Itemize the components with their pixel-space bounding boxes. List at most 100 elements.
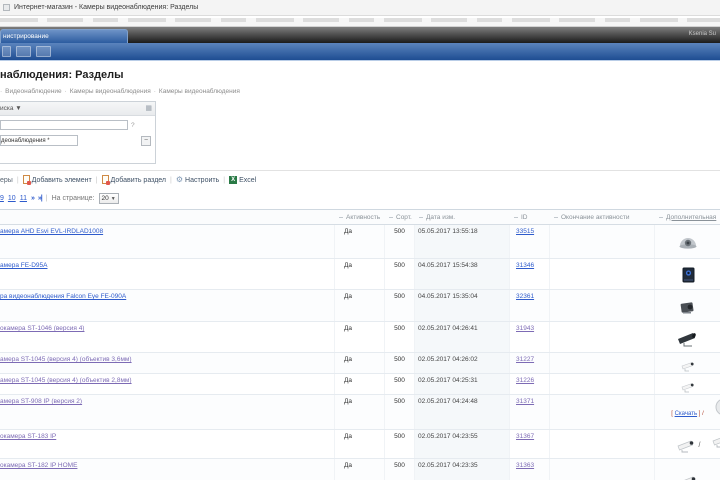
bullet-camera-white-photo xyxy=(710,432,720,450)
menu-item-fragment[interactable] xyxy=(36,46,51,57)
breadcrumb-item[interactable]: Камеры видеонаблюдения xyxy=(70,88,151,95)
column-header[interactable]: Активность xyxy=(335,214,385,221)
menu-item-fragment[interactable] xyxy=(2,46,11,57)
element-id-link[interactable]: 33515 xyxy=(516,228,534,235)
id-cell: 32361 xyxy=(510,290,550,321)
section-name-link[interactable]: окамера ST-1046 (версия 4) xyxy=(0,325,84,332)
table-row: амера AHD Esvi EVL-IRDLAD1008 Да 500 05.05.… xyxy=(0,225,720,259)
section-name-link[interactable]: амера AHD Esvi EVL-IRDLAD1008 xyxy=(0,228,103,235)
element-id-link[interactable]: 31371 xyxy=(516,398,534,405)
filter-search-input[interactable] xyxy=(0,120,128,130)
sort-value: 500 xyxy=(394,228,405,235)
id-cell: 31226 xyxy=(510,374,550,394)
divider xyxy=(0,170,720,171)
active-cell: Да xyxy=(335,225,385,258)
element-id-link[interactable]: 31367 xyxy=(516,433,534,440)
active-cell: Да xyxy=(335,374,385,394)
extra-picture-cell xyxy=(655,322,720,352)
toolbar-leading-fragment[interactable]: еры xyxy=(0,177,13,184)
toolbar-button-add-element[interactable]: Добавить элемент xyxy=(22,174,92,186)
download-link-and-partial-photo: [ Скачать ] / xyxy=(671,399,720,417)
filter-panel: иска ▼ ▦ ? деонаблюдения * − xyxy=(0,101,156,164)
compact-camera-photo xyxy=(677,299,699,316)
sort-icon[interactable] xyxy=(339,216,343,218)
box-camera-photo xyxy=(677,267,699,284)
filter-remove-button[interactable]: − xyxy=(141,135,151,146)
sort-icon[interactable] xyxy=(554,216,558,218)
sort-value: 500 xyxy=(394,325,405,332)
user-label[interactable]: Ksenia Su xyxy=(689,31,716,37)
column-header[interactable]: ID xyxy=(510,214,550,221)
sort-value: 500 xyxy=(394,293,405,300)
column-header[interactable]: Дополнительная xyxy=(655,214,720,221)
element-id-link[interactable]: 31363 xyxy=(516,462,534,469)
page-link[interactable]: 11 xyxy=(20,195,27,202)
active-cell: Да xyxy=(335,322,385,352)
activity-end-cell xyxy=(550,322,655,352)
menu-item-fragment[interactable] xyxy=(16,46,31,57)
excel-icon: X xyxy=(229,176,238,184)
element-id-link[interactable]: 31227 xyxy=(516,356,534,363)
section-name-link[interactable]: амера ST-1045 (версия 4) (объектив 2,8мм… xyxy=(0,377,132,384)
breadcrumb-item[interactable]: Видеонаблюдение xyxy=(5,88,61,95)
sort-icon[interactable] xyxy=(389,216,393,218)
active-value: Да xyxy=(344,356,353,363)
sort-icon[interactable] xyxy=(419,216,423,218)
sort-icon[interactable] xyxy=(659,216,663,218)
browser-title-bar: Интернет-магазин - Камеры видеонаблюдени… xyxy=(0,0,720,16)
modified-date-value: 04.05.2017 15:54:38 xyxy=(418,262,478,269)
column-header-label: Активность xyxy=(346,213,381,221)
breadcrumb-separator: · xyxy=(0,88,3,95)
last-page-icon[interactable]: »| xyxy=(38,195,43,202)
element-id-link[interactable]: 31226 xyxy=(516,377,534,384)
modified-date-value: 04.05.2017 15:35:04 xyxy=(418,293,478,300)
section-name-link[interactable]: окамера ST-183 IP xyxy=(0,433,56,440)
modified-date-cell: 02.05.2017 04:24:48 xyxy=(415,395,510,429)
toolbar-button-settings-gear[interactable]: ⚙ Настроить xyxy=(176,176,219,184)
tab-administration[interactable]: нистрирование xyxy=(0,29,128,43)
breadcrumb-item[interactable]: Камеры видеонаблюдения xyxy=(159,88,240,95)
toolbar-button-excel[interactable]: X Excel xyxy=(229,176,256,184)
section-name-link[interactable]: ра видеонаблюдения Falcon Eye FE-090A xyxy=(0,293,126,300)
modified-date-value: 02.05.2017 04:26:41 xyxy=(418,325,478,332)
page-link[interactable]: 10 xyxy=(8,195,16,202)
activity-end-cell xyxy=(550,259,655,289)
filter-tab-label[interactable]: иска ▼ xyxy=(0,105,22,112)
window-title: Интернет-магазин - Камеры видеонаблюдени… xyxy=(14,4,199,11)
section-name-link[interactable]: амера ST-908 IP (версия 2) xyxy=(0,398,82,405)
section-name-link[interactable]: амера FE-D95A xyxy=(0,262,47,269)
download-link[interactable]: Скачать xyxy=(675,411,698,417)
bullet-camera-white-small-photo xyxy=(679,379,697,393)
extra-picture-cell xyxy=(655,459,720,480)
toolbar-button-add-section[interactable]: Добавить раздел xyxy=(101,174,166,186)
element-id-link[interactable]: 31943 xyxy=(516,325,534,332)
column-header-label: ID xyxy=(521,213,528,221)
dome-camera-photo xyxy=(677,235,699,252)
per-page-select[interactable]: 20 ▼ xyxy=(98,193,119,204)
element-id-link[interactable]: 32361 xyxy=(516,293,534,300)
column-header[interactable]: Сорт. xyxy=(385,214,415,221)
filter-panel-body: ? деонаблюдения * − xyxy=(0,116,155,163)
bullet-camera-white-photo xyxy=(675,437,697,455)
column-header[interactable]: Дата изм. xyxy=(415,214,510,221)
section-name-link[interactable]: окамера ST-182 IP HOME xyxy=(0,462,77,469)
extra-picture-cell xyxy=(655,290,720,321)
activity-end-cell xyxy=(550,290,655,321)
next-page-icon[interactable]: » xyxy=(31,195,35,202)
id-cell: 33515 xyxy=(510,225,550,258)
table-header-row: Активность Сорт. Дата изм. ID Окончание акти… xyxy=(0,209,720,225)
column-header[interactable]: Окончание активности xyxy=(550,214,655,221)
section-name-link[interactable]: амера ST-1045 (версия 4) (объектив 3,6мм… xyxy=(0,356,132,363)
filter-hint: ? xyxy=(131,121,135,129)
filter-selected-section[interactable]: деонаблюдения * xyxy=(0,135,78,146)
sort-cell: 500 xyxy=(385,225,415,258)
page-link[interactable]: 9 xyxy=(0,195,4,202)
sort-icon[interactable] xyxy=(514,216,518,218)
modified-date-value: 02.05.2017 04:24:48 xyxy=(418,398,478,405)
greeked-bookmarks xyxy=(0,18,720,22)
section-name-cell: окамера ST-183 IP xyxy=(0,430,335,458)
settings-gear-icon: ⚙ xyxy=(175,175,184,184)
element-id-link[interactable]: 31346 xyxy=(516,262,534,269)
sort-value: 500 xyxy=(394,262,405,269)
filter-settings-icon[interactable]: ▦ xyxy=(145,105,152,112)
